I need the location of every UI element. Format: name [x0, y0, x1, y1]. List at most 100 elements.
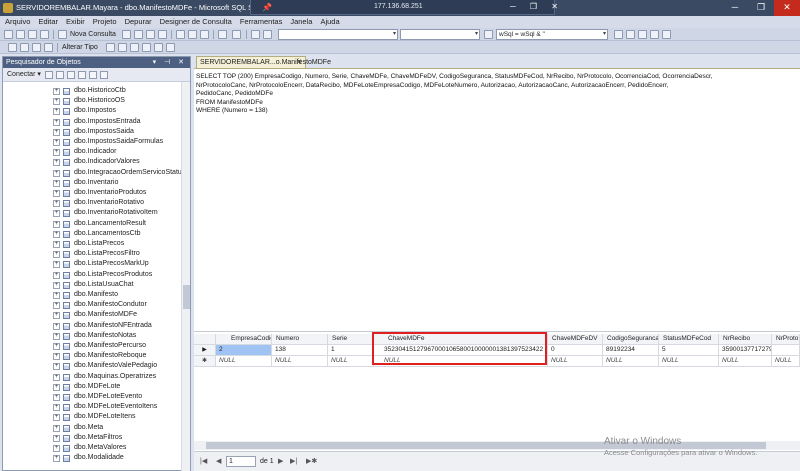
change-type-button[interactable]: Alterar Tipo — [62, 42, 98, 53]
expand-icon[interactable]: + — [53, 149, 60, 157]
menu-janela[interactable]: Janela — [285, 16, 315, 28]
menu-editar[interactable]: Editar — [33, 16, 61, 28]
grid-cell[interactable]: NULL — [272, 356, 328, 367]
grid-cell[interactable]: 2 — [216, 345, 272, 356]
toolbar2-options-icon[interactable] — [166, 43, 175, 52]
expand-icon[interactable]: + — [53, 343, 60, 350]
column-header[interactable]: ChaveMDFeDV — [548, 334, 603, 345]
expand-icon[interactable]: + — [53, 169, 60, 177]
column-header[interactable]: Numero — [272, 334, 328, 345]
column-header[interactable]: StatusMDFeCod — [659, 334, 719, 345]
remote-bar-controls[interactable]: ─ ❐ ✕ — [510, 2, 564, 11]
find-combo[interactable]: wSql = wSql & " ▾ — [496, 29, 608, 40]
panel-controls[interactable]: ▾ ⊣ ✕ — [153, 57, 187, 68]
show-results-pane-icon[interactable] — [44, 43, 53, 52]
column-header[interactable]: Serie — [328, 334, 374, 345]
new-record-button[interactable]: ▶✱ — [306, 457, 317, 467]
properties-icon[interactable] — [638, 30, 647, 39]
expand-icon[interactable]: + — [53, 261, 60, 269]
grid-cell[interactable]: NULL — [216, 356, 272, 367]
scrollbar-thumb[interactable] — [183, 285, 190, 309]
grid-cell[interactable]: 359001377172792 — [719, 345, 772, 356]
tab-manifesto-mdfe[interactable]: SERVIDOREMBALAR...o.ManifestoMDFe ✕ — [196, 56, 331, 68]
show-criteria-pane-icon[interactable] — [20, 43, 29, 52]
grid-cell[interactable]: 0 — [548, 345, 603, 356]
new-project-icon[interactable] — [4, 30, 13, 39]
show-diagram-pane-icon[interactable] — [8, 43, 17, 52]
expand-icon[interactable]: + — [53, 241, 60, 248]
column-header[interactable]: NrRecibo — [719, 334, 772, 345]
expand-icon[interactable]: + — [53, 88, 60, 95]
menu-depurar[interactable]: Depurar — [120, 16, 155, 28]
navigate-backward-icon[interactable] — [251, 30, 260, 39]
grid-cell[interactable]: NULL — [548, 356, 603, 367]
expand-icon[interactable]: + — [53, 394, 60, 401]
column-header[interactable]: NrProto — [772, 334, 800, 345]
expand-icon[interactable]: + — [53, 190, 60, 197]
expand-icon[interactable]: + — [53, 281, 60, 289]
grid-cell[interactable]: NULL — [328, 356, 374, 367]
grid-cell[interactable] — [772, 345, 800, 356]
maximize-button[interactable]: ❐ — [748, 0, 774, 16]
solution-explorer-icon[interactable] — [626, 30, 635, 39]
record-number-input[interactable]: 1 — [226, 456, 256, 467]
expand-icon[interactable]: + — [53, 159, 60, 167]
expand-icon[interactable]: + — [53, 322, 60, 330]
navigate-forward-icon[interactable] — [263, 30, 272, 39]
open-file-icon[interactable] — [16, 30, 25, 39]
xmla-query-icon[interactable] — [158, 30, 167, 39]
toolbar-options-icon[interactable] — [662, 30, 671, 39]
sql-pane[interactable]: SELECT TOP (200) EmpresaCodigo, Numero, … — [194, 69, 800, 331]
stop-icon[interactable] — [67, 71, 75, 79]
pin-icon[interactable]: 📌 — [262, 3, 272, 12]
menu-ferramentas[interactable]: Ferramentas — [235, 16, 286, 28]
dmx-query-icon[interactable] — [146, 30, 155, 39]
copy-icon[interactable] — [188, 30, 197, 39]
next-record-button[interactable]: ▶ — [278, 457, 283, 467]
expand-icon[interactable]: + — [53, 353, 60, 361]
expand-icon[interactable]: + — [53, 292, 60, 299]
expand-icon[interactable]: + — [53, 434, 60, 442]
last-record-button[interactable]: ▶| — [290, 457, 297, 467]
new-query-icon[interactable] — [58, 30, 67, 39]
filter-icon[interactable] — [78, 71, 86, 79]
refresh-icon[interactable] — [89, 71, 97, 79]
mdx-query-icon[interactable] — [134, 30, 143, 39]
connect-icon[interactable] — [45, 71, 53, 79]
grid-cell[interactable]: 1 — [328, 345, 374, 356]
menu-ajuda[interactable]: Ajuda — [315, 16, 342, 28]
grid-cell[interactable]: 138 — [272, 345, 328, 356]
expand-icon[interactable]: + — [53, 128, 60, 136]
cut-icon[interactable] — [176, 30, 185, 39]
add-table-icon[interactable] — [142, 43, 151, 52]
add-derived-table-icon[interactable] — [154, 43, 163, 52]
column-header[interactable]: EmpresaCodigo — [216, 334, 272, 345]
verify-sql-icon[interactable] — [118, 43, 127, 52]
expand-icon[interactable]: + — [53, 373, 60, 381]
expand-icon[interactable]: + — [53, 312, 60, 320]
expand-icon[interactable]: + — [53, 383, 60, 391]
column-header[interactable]: CodigoSeguranca — [603, 334, 659, 345]
toolbox-icon[interactable] — [650, 30, 659, 39]
expand-icon[interactable]: + — [53, 179, 60, 187]
expand-icon[interactable]: + — [53, 220, 60, 228]
grid-cell[interactable]: NULL — [719, 356, 772, 367]
expand-icon[interactable]: + — [53, 108, 60, 116]
expand-icon[interactable]: + — [53, 455, 60, 463]
expand-icon[interactable]: + — [53, 251, 60, 259]
expand-icon[interactable]: + — [53, 414, 60, 422]
find-in-files-icon[interactable] — [484, 30, 493, 39]
expand-icon[interactable]: + — [53, 210, 60, 218]
disconnect-icon[interactable] — [56, 71, 64, 79]
paste-icon[interactable] — [200, 30, 209, 39]
grid-cell[interactable]: NULL — [659, 356, 719, 367]
close-tab-icon[interactable]: ✕ — [296, 57, 302, 68]
expand-icon[interactable]: + — [53, 363, 60, 371]
expand-icon[interactable]: + — [53, 200, 60, 208]
expand-icon[interactable]: + — [53, 230, 60, 238]
expand-icon[interactable]: + — [53, 139, 60, 146]
first-record-button[interactable]: |◀ — [200, 457, 207, 467]
new-query-button[interactable]: Nova Consulta — [70, 29, 116, 40]
expand-icon[interactable]: + — [53, 424, 60, 432]
show-sql-pane-icon[interactable] — [32, 43, 41, 52]
